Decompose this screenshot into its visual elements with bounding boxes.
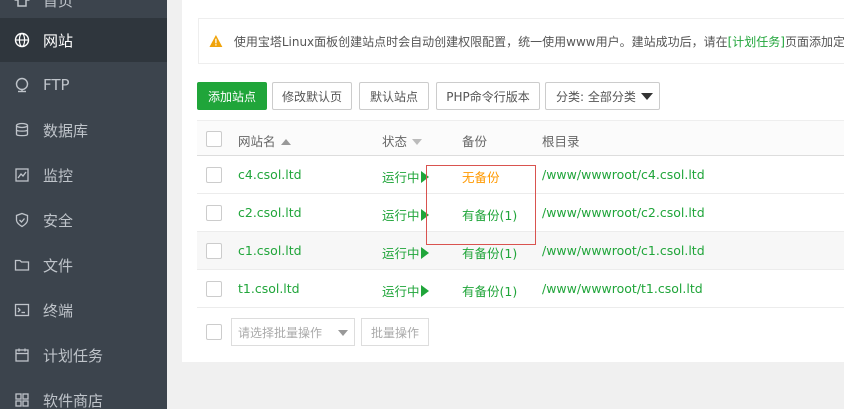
root-dir-link[interactable]: /www/wwwroot/c4.csol.ltd: [542, 167, 705, 182]
status-toggle[interactable]: 运行中: [382, 205, 429, 224]
row-checkbox[interactable]: [206, 167, 222, 183]
root-dir-link[interactable]: /www/wwwroot/c1.csol.ltd: [542, 243, 705, 258]
notice-text: 使用宝塔Linux面板创建站点时会自动创建权限配置，统一使用www用户。建站成功…: [233, 34, 728, 49]
root-dir-link[interactable]: /www/wwwroot/c2.csol.ltd: [542, 205, 705, 220]
chevron-down-icon: [338, 330, 348, 336]
header-status-label: 状态: [382, 134, 408, 149]
sidebar-item-cron[interactable]: 计划任务: [0, 333, 167, 377]
sidebar: 首页 网站 FTP 数据库 监控 安全 文件 终端 计划任务 软件商店: [0, 0, 167, 409]
batch-select-all-checkbox[interactable]: [206, 324, 222, 340]
store-icon: [12, 390, 32, 409]
sidebar-item-label: 软件商店: [43, 391, 104, 409]
status-label: 运行中: [382, 284, 420, 299]
category-select-label: 分类: 全部分类: [556, 89, 636, 104]
play-icon: [420, 209, 429, 221]
sidebar-item-website[interactable]: 网站: [0, 18, 167, 62]
status-label: 运行中: [382, 170, 420, 185]
calendar-icon: [12, 345, 32, 365]
sidebar-item-store[interactable]: 软件商店: [0, 378, 167, 409]
shield-icon: [12, 210, 32, 230]
sort-desc-icon: [412, 139, 423, 145]
header-name[interactable]: 网站名: [238, 131, 291, 150]
table-header: 网站名 状态 备份 根目录: [197, 120, 844, 156]
site-name-link[interactable]: t1.csol.ltd: [238, 281, 300, 296]
sidebar-item-ftp[interactable]: FTP: [0, 63, 167, 107]
status-toggle[interactable]: 运行中: [382, 243, 429, 262]
monitor-icon: [12, 165, 32, 185]
table-row: c4.csol.ltd 运行中 无备份 /www/wwwroot/c4.csol…: [197, 156, 844, 194]
sidebar-item-label: 终端: [43, 301, 74, 320]
header-root: 根目录: [542, 134, 580, 149]
status-toggle[interactable]: 运行中: [382, 167, 429, 186]
main-panel: 使用宝塔Linux面板创建站点时会自动创建权限配置，统一使用www用户。建站成功…: [182, 0, 844, 362]
play-icon: [420, 247, 429, 259]
sidebar-item-label: 安全: [43, 211, 74, 230]
category-select[interactable]: 分类: 全部分类: [545, 82, 660, 110]
batch-action-placeholder: 请选择批量操作: [238, 325, 323, 340]
site-name-link[interactable]: c1.csol.ltd: [238, 243, 302, 258]
status-label: 运行中: [382, 246, 420, 261]
sidebar-item-security[interactable]: 安全: [0, 198, 167, 242]
sidebar-item-files[interactable]: 文件: [0, 243, 167, 287]
batch-bar: 请选择批量操作 批量操作: [197, 318, 844, 348]
sidebar-item-terminal[interactable]: 终端: [0, 288, 167, 332]
select-all-checkbox[interactable]: [206, 131, 222, 147]
header-name-label: 网站名: [238, 134, 276, 149]
play-icon: [420, 285, 429, 297]
sidebar-item-database[interactable]: 数据库: [0, 108, 167, 152]
status-label: 运行中: [382, 208, 420, 223]
warning-icon: [209, 35, 223, 47]
globe-icon: [12, 30, 32, 50]
backup-link[interactable]: 有备份(1): [462, 205, 517, 224]
backup-link[interactable]: 有备份(1): [462, 281, 517, 300]
sidebar-item-label: 计划任务: [43, 346, 104, 365]
header-status[interactable]: 状态: [382, 131, 423, 150]
row-checkbox[interactable]: [206, 243, 222, 259]
site-name-link[interactable]: c2.csol.ltd: [238, 205, 302, 220]
sidebar-item-label: 数据库: [43, 121, 89, 140]
table-row: c2.csol.ltd 运行中 有备份(1) /www/wwwroot/c2.c…: [197, 194, 844, 232]
batch-action-select[interactable]: 请选择批量操作: [231, 318, 355, 346]
cron-link[interactable]: [计划任务]: [728, 33, 785, 50]
batch-action-button[interactable]: 批量操作: [361, 318, 429, 346]
table-row: c1.csol.ltd 运行中 有备份(1) /www/wwwroot/c1.c…: [197, 232, 844, 270]
sidebar-item-label: 首页: [43, 0, 74, 10]
sort-asc-icon: [280, 139, 291, 145]
default-site-button[interactable]: 默认站点: [359, 82, 429, 110]
ftp-icon: [12, 75, 32, 95]
sidebar-item-label: 网站: [43, 31, 74, 50]
home-icon: [12, 0, 32, 10]
header-backup: 备份: [462, 134, 488, 149]
backup-link[interactable]: 无备份: [462, 167, 500, 186]
table-row: t1.csol.ltd 运行中 有备份(1) /www/wwwroot/t1.c…: [197, 270, 844, 308]
folder-icon: [12, 255, 32, 275]
row-checkbox[interactable]: [206, 281, 222, 297]
edit-default-page-button[interactable]: 修改默认页: [272, 82, 352, 110]
sidebar-item-label: 文件: [43, 256, 74, 275]
terminal-icon: [12, 300, 32, 320]
site-name-link[interactable]: c4.csol.ltd: [238, 167, 302, 182]
root-dir-link[interactable]: /www/wwwroot/t1.csol.ltd: [542, 281, 703, 296]
status-toggle[interactable]: 运行中: [382, 281, 429, 300]
add-site-button[interactable]: 添加站点: [197, 82, 267, 110]
play-icon: [420, 171, 429, 183]
notice-banner: 使用宝塔Linux面板创建站点时会自动创建权限配置，统一使用www用户。建站成功…: [198, 18, 844, 64]
sidebar-item-label: FTP: [43, 76, 70, 94]
chevron-down-icon: [641, 93, 653, 100]
backup-link[interactable]: 有备份(1): [462, 243, 517, 262]
php-cli-version-button[interactable]: PHP命令行版本: [436, 82, 540, 110]
row-checkbox[interactable]: [206, 205, 222, 221]
database-icon: [12, 120, 32, 140]
sidebar-item-label: 监控: [43, 166, 74, 185]
notice-text-after: 页面添加定时: [784, 34, 844, 49]
sidebar-item-monitor[interactable]: 监控: [0, 153, 167, 197]
